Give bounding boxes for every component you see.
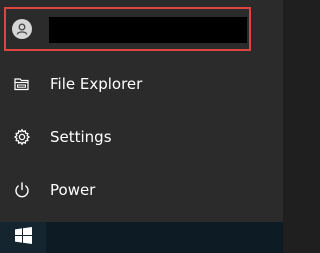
power-label: Power — [50, 181, 96, 199]
user-avatar-icon — [12, 19, 32, 39]
windows-logo-icon — [14, 227, 32, 248]
settings-menu-item[interactable]: Settings — [0, 115, 283, 159]
file-explorer-label: File Explorer — [50, 75, 143, 93]
power-menu-item[interactable]: Power — [0, 168, 283, 212]
settings-label: Settings — [50, 128, 112, 146]
folder-explorer-icon — [12, 74, 32, 94]
gear-icon — [12, 127, 32, 147]
start-menu: File Explorer Settings Power — [0, 0, 283, 253]
start-button[interactable] — [0, 222, 46, 253]
file-explorer-menu-item[interactable]: File Explorer — [0, 62, 283, 106]
power-icon — [12, 180, 32, 200]
redacted-username — [49, 17, 247, 43]
taskbar — [0, 222, 283, 253]
user-account-button[interactable] — [4, 7, 251, 51]
